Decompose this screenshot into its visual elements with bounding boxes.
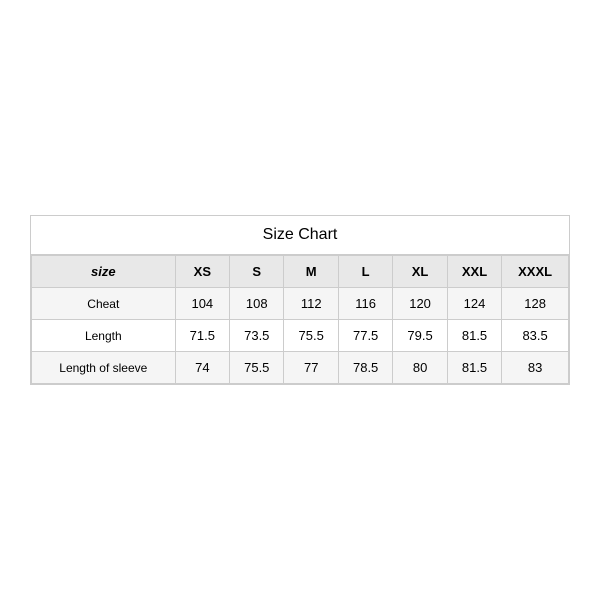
cell-0-4: 120 (393, 288, 447, 320)
cell-1-0: 71.5 (175, 320, 229, 352)
cell-1-6: 83.5 (502, 320, 569, 352)
cell-0-0: 104 (175, 288, 229, 320)
cell-1-4: 79.5 (393, 320, 447, 352)
cell-0-1: 108 (230, 288, 284, 320)
row-label-2: Length of sleeve (32, 352, 176, 384)
chart-title: Size Chart (31, 216, 569, 255)
header-cell-2: S (230, 256, 284, 288)
cell-2-2: 77 (284, 352, 338, 384)
cell-2-4: 80 (393, 352, 447, 384)
header-cell-6: XXL (447, 256, 501, 288)
header-cell-4: L (338, 256, 392, 288)
header-cell-5: XL (393, 256, 447, 288)
cell-1-1: 73.5 (230, 320, 284, 352)
cell-0-5: 124 (447, 288, 501, 320)
header-cell-3: M (284, 256, 338, 288)
table-row: Cheat104108112116120124128 (32, 288, 569, 320)
cell-1-3: 77.5 (338, 320, 392, 352)
table-row: Length of sleeve7475.57778.58081.583 (32, 352, 569, 384)
row-label-1: Length (32, 320, 176, 352)
cell-1-2: 75.5 (284, 320, 338, 352)
cell-1-5: 81.5 (447, 320, 501, 352)
cell-0-3: 116 (338, 288, 392, 320)
cell-2-6: 83 (502, 352, 569, 384)
size-chart-table: sizeXSSMLXLXXLXXXL Cheat1041081121161201… (31, 255, 569, 384)
cell-2-0: 74 (175, 352, 229, 384)
cell-2-5: 81.5 (447, 352, 501, 384)
cell-0-2: 112 (284, 288, 338, 320)
row-label-0: Cheat (32, 288, 176, 320)
header-cell-0: size (32, 256, 176, 288)
header-cell-7: XXXL (502, 256, 569, 288)
header-row: sizeXSSMLXLXXLXXXL (32, 256, 569, 288)
cell-2-3: 78.5 (338, 352, 392, 384)
table-body: Cheat104108112116120124128Length71.573.5… (32, 288, 569, 384)
cell-2-1: 75.5 (230, 352, 284, 384)
size-chart-container: Size Chart sizeXSSMLXLXXLXXXL Cheat10410… (30, 215, 570, 385)
cell-0-6: 128 (502, 288, 569, 320)
table-row: Length71.573.575.577.579.581.583.5 (32, 320, 569, 352)
header-cell-1: XS (175, 256, 229, 288)
